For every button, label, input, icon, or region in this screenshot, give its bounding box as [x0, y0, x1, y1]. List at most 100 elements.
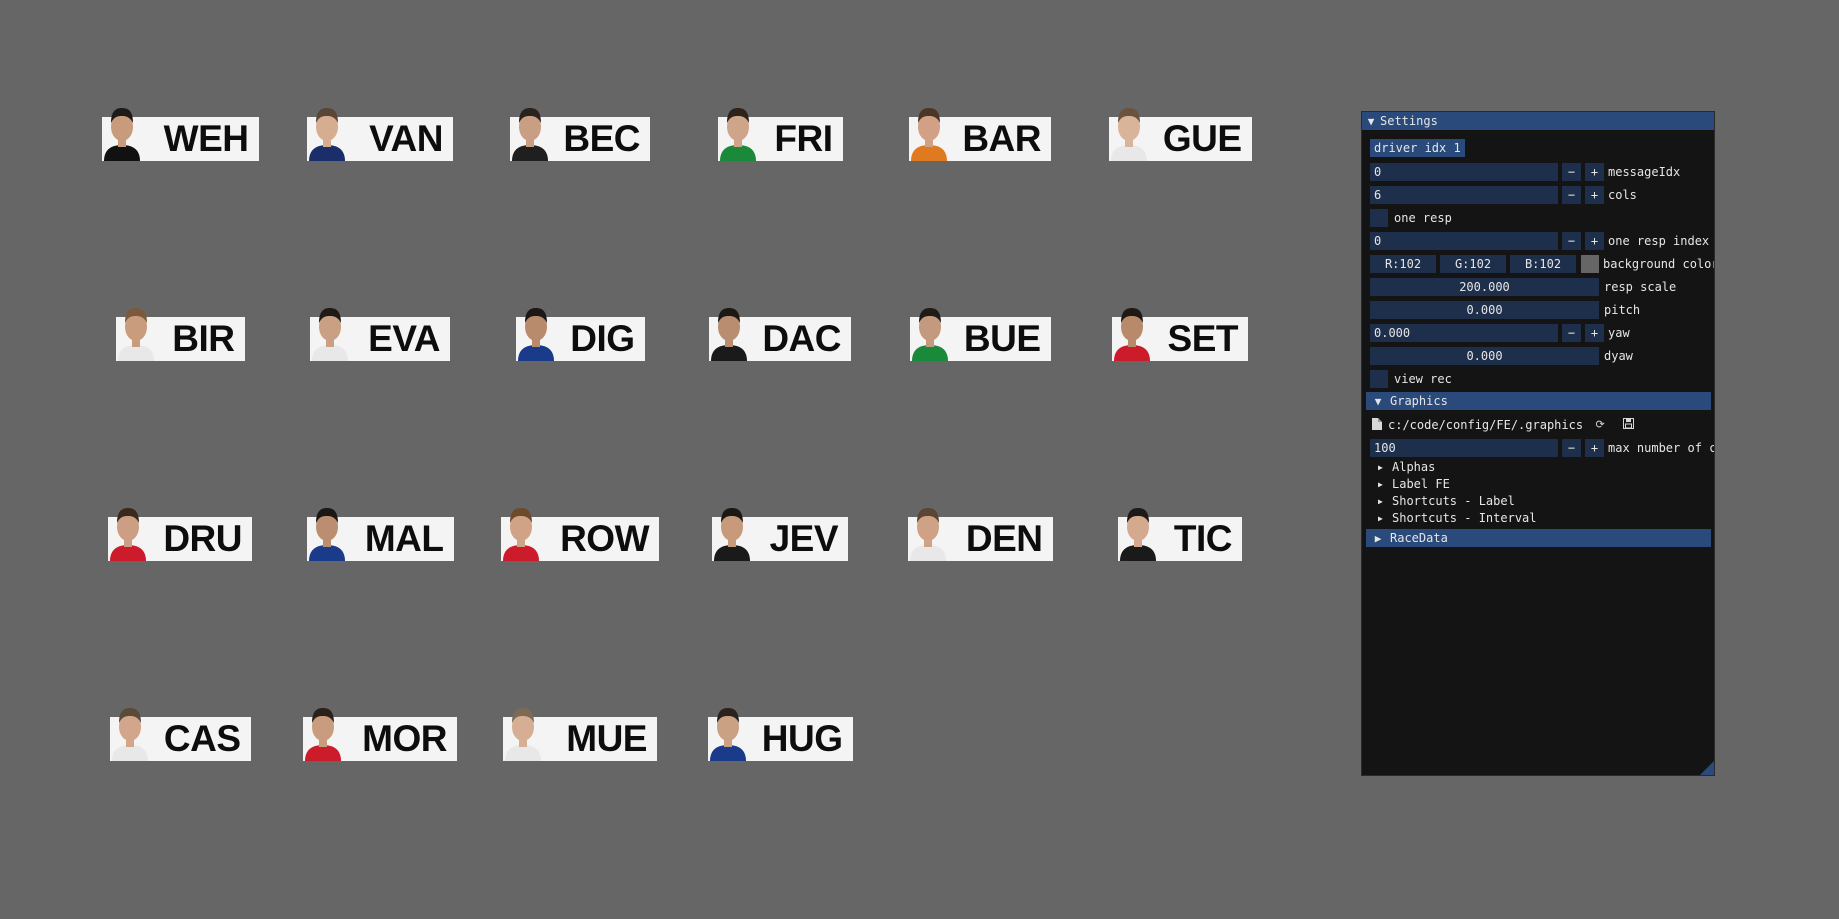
- resize-grip[interactable]: [1700, 761, 1714, 775]
- yaw-minus-button[interactable]: −: [1562, 323, 1581, 342]
- driver-code: FRI: [774, 118, 833, 159]
- cols-minus-button[interactable]: −: [1562, 185, 1581, 204]
- settings-title: Settings: [1380, 114, 1438, 128]
- graphics-header[interactable]: ▼ Graphics: [1366, 392, 1711, 410]
- driver-code: BIR: [172, 318, 235, 359]
- collapsed-arrow-icon: ▶: [1374, 531, 1382, 545]
- view-rec-checkbox[interactable]: [1370, 369, 1388, 388]
- driver-avatar: [505, 708, 541, 761]
- expanded-arrow-icon: ▼: [1374, 394, 1382, 408]
- driver-avatar: [909, 508, 946, 561]
- yaw-input[interactable]: 0.000: [1370, 323, 1558, 342]
- driver-code: TIC: [1173, 518, 1233, 559]
- driver-card: CAS: [109, 708, 251, 761]
- resp-scale-label: resp scale: [1604, 279, 1677, 294]
- driver-code: DEN: [965, 518, 1043, 559]
- pitch-label: pitch: [1604, 302, 1641, 317]
- tree-node-alphas[interactable]: ▶ Alphas: [1378, 459, 1435, 475]
- bg-color-b-input[interactable]: B:102: [1510, 254, 1576, 273]
- driver-card: SET: [1112, 308, 1248, 361]
- driver-card: FRI: [717, 108, 843, 161]
- yaw-label: yaw: [1608, 325, 1630, 340]
- collapse-arrow-icon[interactable]: ▼: [1362, 115, 1380, 128]
- collapsed-arrow-icon: ▶: [1378, 513, 1383, 523]
- tree-node-shortcuts-interval[interactable]: ▶ Shortcuts - Interval: [1378, 510, 1537, 526]
- message-idx-plus-button[interactable]: +: [1585, 162, 1604, 181]
- settings-window[interactable]: ▼ Settings driver idx 1 0 − + messageIdx…: [1361, 111, 1715, 776]
- one-resp-index-minus-button[interactable]: −: [1562, 231, 1581, 250]
- driver-code: MAL: [364, 518, 444, 559]
- tree-label-label-fe: Label FE: [1392, 477, 1450, 491]
- message-idx-input[interactable]: 0: [1370, 162, 1558, 181]
- save-icon[interactable]: [1621, 417, 1635, 432]
- driver-avatar: [711, 308, 747, 361]
- bg-color-swatch[interactable]: [1581, 254, 1599, 273]
- driver-code: DAC: [762, 318, 841, 359]
- graphics-path: c:/code/config/FE/.graphics: [1388, 417, 1584, 432]
- driver-avatar: [1120, 508, 1156, 561]
- graphics-title: Graphics: [1390, 394, 1448, 408]
- driver-card: MAL: [306, 508, 454, 561]
- driver-code: HUG: [761, 718, 843, 759]
- driver-code: MOR: [362, 718, 447, 759]
- driver-avatar: [1114, 308, 1150, 361]
- tree-label-shortcuts-interval: Shortcuts - Interval: [1392, 511, 1537, 525]
- driver-avatar: [709, 708, 746, 761]
- settings-titlebar[interactable]: ▼ Settings: [1362, 112, 1714, 130]
- one-resp-index-input[interactable]: 0: [1370, 231, 1558, 250]
- driver-avatar: [1110, 108, 1147, 161]
- driver-code: BUE: [963, 318, 1041, 359]
- one-resp-index-plus-button[interactable]: +: [1585, 231, 1604, 250]
- driver-idx-button[interactable]: driver idx 1: [1370, 139, 1465, 157]
- dyaw-slider[interactable]: 0.000: [1370, 346, 1599, 365]
- driver-card: DAC: [709, 308, 851, 361]
- message-idx-minus-button[interactable]: −: [1562, 162, 1581, 181]
- driver-code: BAR: [962, 118, 1041, 159]
- bg-color-r-input[interactable]: R:102: [1370, 254, 1436, 273]
- tree-label-shortcuts-label: Shortcuts - Label: [1392, 494, 1515, 508]
- driver-card: JEV: [712, 508, 848, 561]
- driver-code: ROW: [560, 518, 649, 559]
- bg-color-g-input[interactable]: G:102: [1440, 254, 1506, 273]
- yaw-plus-button[interactable]: +: [1585, 323, 1604, 342]
- max-cars-input[interactable]: 100: [1370, 438, 1558, 457]
- driver-card: DIG: [515, 308, 645, 361]
- message-idx-label: messageIdx: [1608, 164, 1681, 179]
- driver-code: DRU: [163, 518, 242, 559]
- file-icon: [1370, 417, 1384, 432]
- racedata-header[interactable]: ▶ RaceData: [1366, 529, 1711, 547]
- tree-node-shortcuts-label[interactable]: ▶ Shortcuts - Label: [1378, 493, 1515, 509]
- max-cars-minus-button[interactable]: −: [1562, 438, 1581, 457]
- driver-avatar: [312, 308, 348, 361]
- driver-avatar: [911, 308, 948, 361]
- driver-avatar: [305, 708, 341, 761]
- driver-card: EVA: [310, 308, 450, 361]
- driver-code: WEH: [163, 118, 249, 159]
- driver-card: BEC: [510, 108, 650, 161]
- driver-code: GUE: [1162, 118, 1242, 159]
- driver-code: VAN: [369, 118, 443, 159]
- driver-code: CAS: [163, 718, 241, 759]
- driver-code: MUE: [566, 718, 647, 759]
- driver-code: JEV: [769, 518, 839, 559]
- driver-code: EVA: [368, 318, 440, 359]
- resp-scale-slider[interactable]: 200.000: [1370, 277, 1599, 296]
- driver-code: DIG: [570, 318, 635, 359]
- cols-plus-button[interactable]: +: [1585, 185, 1604, 204]
- driver-avatar: [719, 108, 756, 161]
- cols-label: cols: [1608, 187, 1637, 202]
- driver-avatar: [309, 108, 345, 161]
- driver-avatar: [911, 108, 947, 161]
- reload-icon[interactable]: ⟳: [1593, 418, 1607, 432]
- max-cars-label: max number of cars: [1608, 440, 1714, 455]
- one-resp-checkbox[interactable]: [1370, 208, 1388, 227]
- driver-card: HUG: [707, 708, 853, 761]
- collapsed-arrow-icon: ▶: [1378, 479, 1383, 489]
- max-cars-plus-button[interactable]: +: [1585, 438, 1604, 457]
- tree-node-label-fe[interactable]: ▶ Label FE: [1378, 476, 1450, 492]
- racedata-title: RaceData: [1390, 531, 1448, 545]
- cols-input[interactable]: 6: [1370, 185, 1558, 204]
- pitch-slider[interactable]: 0.000: [1370, 300, 1599, 319]
- driver-card: DEN: [907, 508, 1053, 561]
- driver-card: GUE: [1108, 108, 1252, 161]
